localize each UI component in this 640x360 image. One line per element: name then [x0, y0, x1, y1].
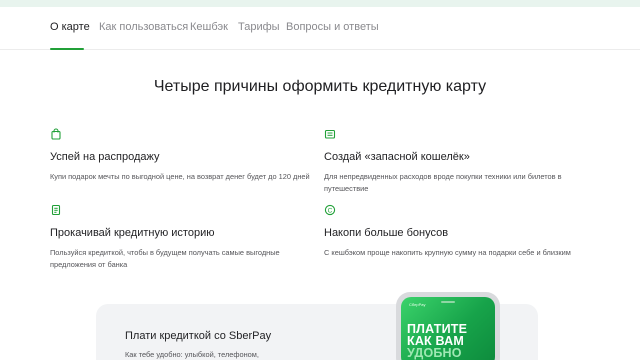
phone-speaker [441, 301, 455, 303]
reason-title: Создай «запасной кошелёк» [324, 151, 470, 163]
reason-title: Прокачивай кредитную историю [50, 227, 215, 239]
page-title: Четыре причины оформить кредитную карту [153, 78, 487, 95]
tab-tariffs[interactable]: Тарифы [238, 21, 280, 33]
reason-description: С кешбэком проще накопить крупную сумму … [324, 248, 571, 257]
document-icon [51, 204, 61, 216]
reason-card-bonuses: C Накопи больше бонусов С кешбэком проще… [324, 204, 594, 259]
phone-logo: СберPay [409, 302, 426, 307]
reason-card-reserve-wallet: Создай «запасной кошелёк» Для непредвиде… [324, 128, 594, 195]
tab-cashback[interactable]: Кешбэк [190, 21, 228, 33]
phone-screen: СберPay ПЛАТИТЕ КАК ВАМ УДОБНО [401, 297, 495, 360]
promo-text: Как тебе удобно: улыбкой, телефоном, [125, 350, 259, 359]
reason-card-sale: Успей на распродажу Купи подарок мечты п… [50, 128, 320, 183]
reason-description: Для непредвиденных расходов вроде покупк… [324, 172, 562, 193]
reason-title: Накопи больше бонусов [324, 227, 449, 239]
top-banner-strip [0, 0, 640, 7]
wallet-icon [324, 129, 336, 139]
tab-about-card[interactable]: О карте [50, 21, 90, 33]
reason-description: Пользуйся кредиткой, чтобы в будущем пол… [50, 248, 280, 269]
reason-description: Купи подарок мечты по выгодной цене, на … [50, 172, 310, 181]
reason-title: Успей на распродажу [50, 151, 160, 163]
phone-slogan-line-3: УДОБНО [407, 346, 462, 360]
shopping-bag-icon [51, 128, 61, 140]
section-tabs: О карте Как пользоваться Кешбэк Тарифы В… [0, 7, 640, 50]
reason-card-credit-history: Прокачивай кредитную историю Пользуйся к… [50, 204, 320, 271]
promo-title: Плати кредиткой со SberPay [125, 330, 272, 342]
phone-slogan: ПЛАТИТЕ КАК ВАМ УДОБНО [407, 323, 467, 360]
phone-illustration: СберPay ПЛАТИТЕ КАК ВАМ УДОБНО [396, 292, 500, 360]
tab-how-to-use[interactable]: Как пользоваться [99, 21, 188, 33]
cashback-coin-icon: C [324, 204, 336, 216]
active-tab-indicator [50, 48, 84, 50]
svg-text:C: C [328, 207, 333, 214]
tab-faq[interactable]: Вопросы и ответы [286, 21, 379, 33]
